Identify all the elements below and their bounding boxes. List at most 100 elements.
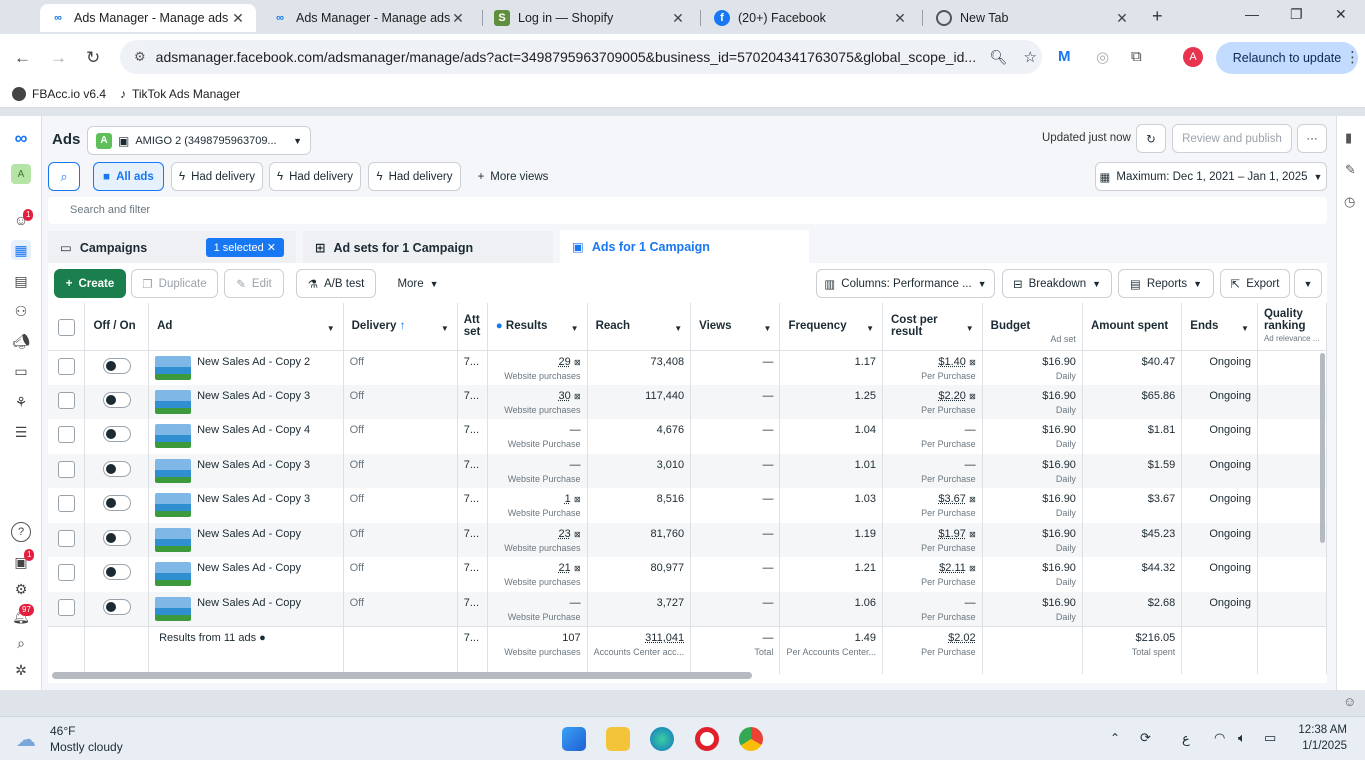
history-clock-icon[interactable]: ◷ [1344,194,1355,210]
back-icon[interactable]: ← [14,48,31,68]
all-ads-view[interactable]: ■ All ads [93,162,164,191]
ad-on-off-toggle[interactable] [102,529,131,546]
ad-thumbnail[interactable] [155,424,192,448]
ad-on-off-toggle[interactable] [102,391,131,408]
table-row[interactable]: New Sales Ad - Copy 3 Off 7... — Website Pur… [48,453,1328,488]
tab-facebook[interactable]: f (20+) Facebook ✕ [704,4,918,32]
search-icon[interactable]: ⌕ [11,633,31,653]
table-row[interactable]: New Sales Ad - Copy Off 7... — Website Purch… [48,591,1328,626]
tab-adsets[interactable]: ⊞ Ad sets for 1 Campaign [303,231,553,264]
ad-on-off-toggle[interactable] [102,495,131,511]
results-value[interactable]: 29 [559,356,571,368]
windows-start-icon[interactable] [562,727,586,751]
edit-button[interactable]: ✎ Edit [224,269,284,298]
table-row[interactable]: New Sales Ad - Copy Off 7... 23 ⊠ Website pu… [48,522,1328,557]
audiences-icon[interactable]: ⚇ [11,301,31,321]
more-options-button[interactable]: ··· [1297,124,1327,153]
extension-icon[interactable]: ◎ [1096,48,1109,66]
ad-on-off-toggle[interactable] [102,460,131,477]
close-icon[interactable]: ✕ [450,10,466,27]
cost-per-result-header[interactable]: Cost per result ▼ [882,303,983,351]
cpr-value[interactable]: $2.11 [939,562,966,574]
table-row[interactable]: New Sales Ad - Copy 2 Off 7... 29 ⊠ Website … [48,350,1328,385]
close-icon[interactable]: ✕ [1114,10,1130,27]
view-had-delivery-1[interactable]: ϟ Had delivery [171,162,263,191]
more-views-button[interactable]: + More views [468,162,558,191]
comparison-icon[interactable]: ⊠ [574,358,581,367]
table-row[interactable]: New Sales Ad - Copy 3 Off 7... 1 ⊠ Website P… [48,488,1328,523]
caret-down-icon[interactable]: ▼ [866,324,874,333]
caret-down-icon[interactable]: ▼ [571,324,579,333]
edit-pencil-icon[interactable]: ✎ [1345,162,1356,178]
url-text[interactable]: adsmanager.facebook.com/adsmanager/manag… [156,49,976,65]
ad-thumbnail[interactable] [155,527,192,552]
campaign-megaphone-icon[interactable]: 📣︎ [11,331,31,351]
tab-ads[interactable]: ▣ Ads for 1 Campaign [560,230,809,263]
export-button[interactable]: ⇱ Export [1220,269,1290,298]
more-button[interactable]: More ▼ [384,269,452,298]
ends-header[interactable]: Ends ▼ [1181,303,1258,351]
ad-name-cell[interactable]: New Sales Ad - Copy 3 [148,384,344,419]
chevron-up-icon[interactable]: ⌃ [1110,731,1120,745]
ads-manager-grid-icon[interactable]: ▦ [11,240,31,260]
close-icon[interactable]: ✕ [230,10,246,27]
row-checkbox[interactable] [57,426,75,443]
close-icon[interactable]: ✕ [670,10,686,27]
results-header[interactable]: ● Results ▼ [487,303,588,351]
results-value[interactable]: 23 [559,528,571,540]
horizontal-scrollbar[interactable] [52,672,752,679]
select-all-header[interactable] [48,303,86,351]
row-checkbox[interactable] [57,598,75,616]
caret-down-icon[interactable]: ▼ [327,324,335,333]
file-explorer-icon[interactable] [606,727,630,751]
caret-down-icon[interactable]: ▼ [674,324,682,333]
extension-m-icon[interactable]: M [1058,48,1071,65]
ad-name-cell[interactable]: New Sales Ad - Copy 2 [148,350,344,385]
ad-thumbnail[interactable] [155,458,192,483]
bug-report-icon[interactable]: ✲ [11,660,31,680]
clock-date[interactable]: 1/1/2025 [1295,740,1347,752]
table-row[interactable]: New Sales Ad - Copy 3 Off 7... 30 ⊠ Website … [48,384,1328,419]
ad-thumbnail[interactable] [155,355,192,380]
views-header[interactable]: Views ▼ [690,303,781,351]
restore-icon[interactable]: ❐ [1290,6,1303,23]
comparison-icon[interactable]: ⊠ [574,530,581,539]
table-row[interactable]: New Sales Ad - Copy 4 Off 7... — Website Pur… [48,419,1328,454]
comparison-icon[interactable]: ⊠ [969,358,976,367]
vertical-scrollbar[interactable] [1320,353,1325,543]
chrome-taskbar-icon[interactable] [739,727,763,751]
tab-campaigns[interactable]: ▭ Campaigns 1 selected ✕ [48,231,296,264]
extensions-puzzle-icon[interactable]: ⧉ [1131,48,1142,65]
relaunch-button[interactable]: Relaunch to update [1216,42,1358,74]
select-all-checkbox[interactable] [57,318,75,336]
ad-name[interactable]: New Sales Ad - Copy [197,597,301,609]
cpr-value[interactable]: $3.67 [938,493,966,505]
window-close-icon[interactable]: ✕ [1335,6,1347,23]
weather-condition[interactable]: Mostly cloudy [50,740,123,754]
amount-spent-header[interactable]: Amount spent [1082,303,1183,351]
weather-cloud-icon[interactable]: ☁ [16,727,36,752]
search-button[interactable]: ⌕ [48,162,80,191]
cpr-value[interactable]: $2.20 [938,390,966,402]
ad-name[interactable]: New Sales Ad - Copy 4 [197,424,310,436]
ad-on-off-toggle[interactable] [102,426,131,442]
ad-name-cell[interactable]: New Sales Ad - Copy 4 [148,419,344,454]
row-checkbox[interactable] [57,529,75,547]
site-info-icon[interactable]: ⚙ [134,49,146,65]
caret-down-icon[interactable]: ▼ [441,324,449,333]
account-avatar-icon[interactable]: A [11,164,31,184]
frequency-header[interactable]: Frequency ▼ [779,303,883,351]
browser-menu-icon[interactable]: ⋮ [1345,48,1360,66]
bookmark-star-icon[interactable]: ☆ [1023,48,1036,66]
ad-name-cell[interactable]: New Sales Ad - Copy [148,557,344,592]
ad-on-off-toggle[interactable] [102,357,131,374]
charts-icon[interactable]: ▮ [1345,130,1352,146]
help-icon[interactable]: ? [11,522,31,542]
ad-name-cell[interactable]: New Sales Ad - Copy [148,522,344,557]
new-tab-icon[interactable]: + [1152,6,1163,27]
caret-down-icon[interactable]: ▼ [966,324,974,333]
meta-logo-icon[interactable]: ∞ [11,128,31,148]
date-range-picker[interactable]: ▦ Maximum: Dec 1, 2021 – Jan 1, 2025 ▼ [1095,162,1327,191]
events-manager-icon[interactable]: ⚘ [11,392,31,412]
close-icon[interactable]: ✕ [267,242,276,254]
